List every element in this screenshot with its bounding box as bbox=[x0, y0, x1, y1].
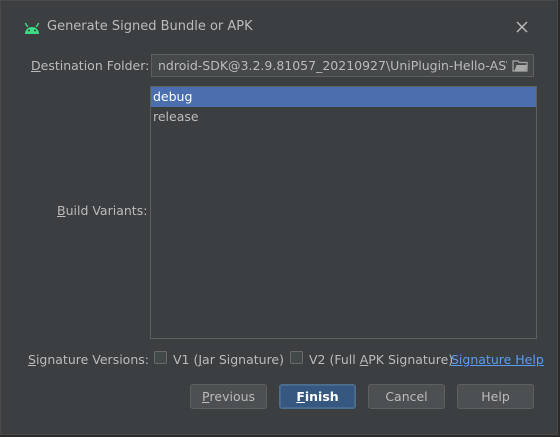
variant-item-release[interactable]: release bbox=[151, 107, 536, 127]
signed-bundle-dialog: Generate Signed Bundle or APK Destinatio… bbox=[0, 0, 558, 435]
destination-folder-field[interactable]: ndroid-SDK@3.2.9.81057_20210927\UniPlugi… bbox=[151, 54, 534, 77]
v2-apk-signature-label[interactable]: V2 (Full APK Signature) bbox=[309, 352, 453, 367]
dialog-title: Generate Signed Bundle or APK bbox=[47, 19, 253, 34]
finish-button[interactable]: Finish bbox=[279, 384, 356, 409]
signature-help-link[interactable]: Signature Help bbox=[451, 352, 544, 367]
help-button[interactable]: Help bbox=[457, 384, 534, 409]
variant-item-debug[interactable]: debug bbox=[151, 87, 536, 107]
v2-apk-signature-checkbox[interactable] bbox=[290, 351, 303, 364]
destination-folder-value[interactable]: ndroid-SDK@3.2.9.81057_20210927\UniPlugi… bbox=[158, 58, 533, 73]
v1-jar-signature-checkbox[interactable] bbox=[154, 351, 167, 364]
build-variants-label: Build Variants: bbox=[57, 203, 148, 218]
title-bar: Generate Signed Bundle or APK bbox=[1, 1, 557, 53]
close-icon bbox=[516, 21, 528, 33]
previous-button[interactable]: Previous bbox=[190, 384, 267, 409]
folder-icon bbox=[512, 60, 528, 72]
signature-versions-label: Signature Versions: bbox=[28, 352, 149, 367]
close-button[interactable] bbox=[511, 16, 533, 38]
destination-folder-label: Destination Folder: bbox=[31, 58, 150, 73]
android-icon bbox=[24, 22, 40, 34]
v1-jar-signature-label[interactable]: V1 (Jar Signature) bbox=[173, 352, 284, 367]
cancel-button[interactable]: Cancel bbox=[368, 384, 445, 409]
build-variants-list[interactable]: debug release bbox=[150, 86, 537, 339]
browse-folder-button[interactable] bbox=[507, 55, 533, 76]
